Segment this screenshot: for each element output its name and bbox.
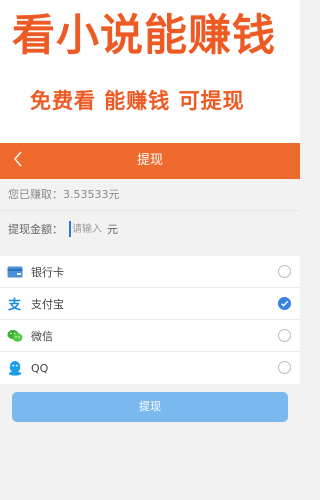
amount-input[interactable]: [69, 221, 103, 237]
radio-button-checked[interactable]: [278, 297, 291, 310]
alipay-icon: 支: [7, 296, 23, 312]
withdraw-button[interactable]: 提现: [12, 392, 288, 422]
payment-option-label: 支付宝: [31, 297, 64, 311]
earned-label: 您已赚取：: [8, 188, 63, 201]
bank-card-icon: [7, 264, 23, 280]
promo-subtitle: 免费看 能赚钱 可提现: [30, 89, 245, 113]
svg-text:支: 支: [7, 297, 22, 312]
amount-unit: 元: [107, 223, 118, 236]
payment-option-bank-card[interactable]: 银行卡: [0, 256, 300, 288]
radio-button[interactable]: [278, 265, 291, 278]
amount-row: 提现金额： 元: [0, 211, 300, 247]
navbar: 提现: [0, 143, 300, 179]
wechat-icon: [7, 328, 23, 344]
payment-option-wechat[interactable]: 微信: [0, 320, 300, 352]
payment-option-label: QQ: [31, 361, 49, 375]
payment-method-list: 银行卡 支 支付宝 微信 QQ: [0, 256, 300, 384]
payment-option-alipay[interactable]: 支 支付宝: [0, 288, 300, 320]
promo-title: 看小说能赚钱: [12, 11, 276, 61]
payment-option-qq[interactable]: QQ: [0, 352, 300, 384]
earned-value: 3.53533元: [63, 188, 120, 201]
earned-row: 您已赚取：3.53533元: [0, 179, 300, 211]
radio-button[interactable]: [278, 361, 291, 374]
withdraw-form: 您已赚取：3.53533元 提现金额： 元: [0, 179, 300, 249]
page-title: 提现: [136, 153, 163, 168]
promo-banner: 看小说能赚钱 免费看 能赚钱 可提现: [0, 0, 300, 143]
qq-icon: [7, 360, 23, 376]
amount-label: 提现金额：: [8, 223, 63, 236]
payment-option-label: 微信: [31, 329, 53, 343]
payment-option-label: 银行卡: [31, 265, 64, 279]
radio-button[interactable]: [278, 329, 291, 342]
